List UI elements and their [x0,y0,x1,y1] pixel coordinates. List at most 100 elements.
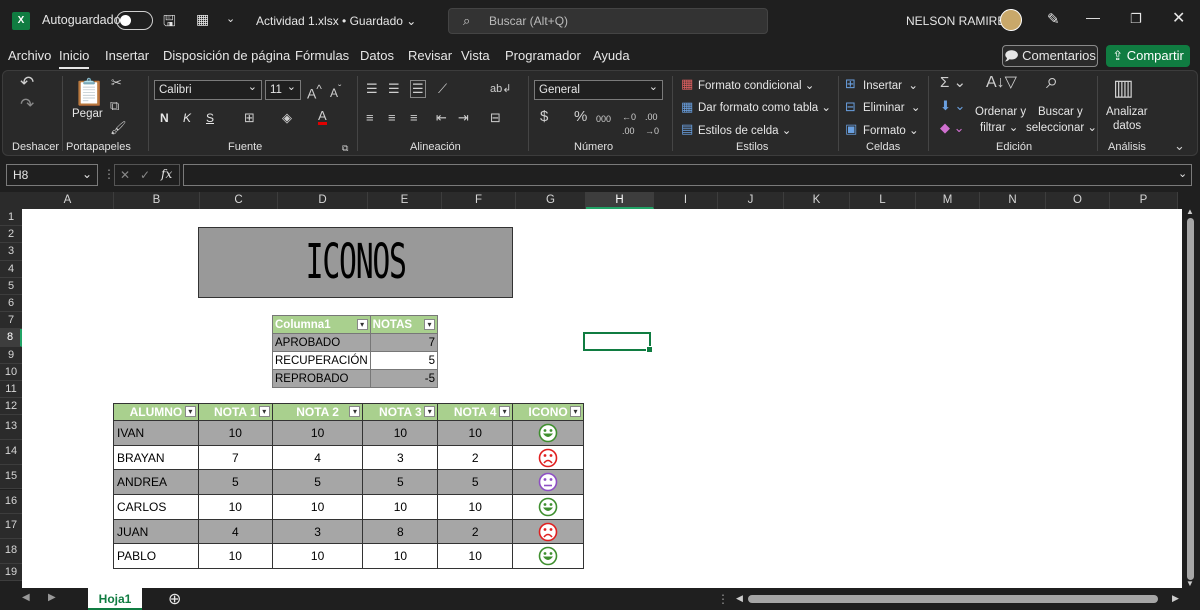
filter-dropdown-icon[interactable]: ▾ [424,319,435,330]
column-header-A[interactable]: A [22,192,114,209]
merge-center-icon[interactable]: ⊟ [490,111,501,125]
align-top-icon[interactable]: ☰ [366,82,378,96]
grade-cell[interactable]: 5 [197,469,273,496]
student-name[interactable]: BRAYAN [113,444,199,471]
bold-button[interactable]: N [160,111,169,125]
grade-cell[interactable]: 3 [362,444,439,471]
column-header-P[interactable]: P [1110,192,1178,209]
cell[interactable]: REPROBADO [272,369,371,388]
analyze-data-label-2[interactable]: datos [1113,120,1141,132]
row-header-15[interactable]: 15 [0,464,22,490]
cell[interactable]: APROBADO [272,333,371,352]
row-header-18[interactable]: 18 [0,538,22,564]
form-icon[interactable]: ▦ [196,11,209,28]
filter-dropdown-icon[interactable]: ▾ [184,406,196,417]
scroll-up-icon[interactable]: ▲ [1186,207,1194,216]
filter-dropdown-icon[interactable]: ▾ [424,406,436,417]
decrease-decimal-icon[interactable]: .00 →0 [645,110,659,138]
close-icon[interactable]: ✕ [1172,8,1185,28]
grade-cell[interactable]: 2 [437,444,514,471]
row-header-10[interactable]: 10 [0,363,22,381]
analyze-data-icon[interactable]: ▥ [1113,76,1134,100]
insert-cells-icon[interactable]: ⊞ [845,77,856,91]
format-cells-button[interactable]: Formato ⌄ [863,123,919,137]
font-name-select[interactable]: Calibri [154,78,262,100]
align-middle-icon[interactable]: ☰ [388,82,400,96]
grade-cell[interactable]: 10 [362,420,439,446]
conditional-format-button[interactable]: Formato condicional ⌄ [698,78,814,92]
grade-cell[interactable]: 10 [271,420,364,446]
cell-styles-button[interactable]: Estilos de celda ⌄ [698,123,791,137]
grade-cell[interactable]: 4 [197,518,273,545]
column-header[interactable]: NOTA 2 ▾ [271,403,364,421]
row-header-12[interactable]: 12 [0,398,22,416]
row-header-11[interactable]: 11 [0,381,22,399]
column-header-I[interactable]: I [654,192,718,209]
filter-dropdown-icon[interactable]: ▾ [570,406,581,417]
scroll-right-icon[interactable]: ▶ [1172,593,1179,604]
increase-decimal-icon[interactable]: ←0.00 [622,110,636,138]
filter-dropdown-icon[interactable]: ▾ [258,406,270,417]
fill-color-icon[interactable]: ◈ [282,111,292,125]
find-select-label-2[interactable]: seleccionar ⌄ [1026,120,1097,134]
scroll-left-icon[interactable]: ◀ [736,593,743,604]
row-header-8[interactable]: 8 [0,329,22,347]
borders-icon[interactable]: ⊞ [244,111,255,125]
orientation-icon[interactable]: ⟋ [438,82,447,96]
row-header-16[interactable]: 16 [0,489,22,515]
grade-cell[interactable]: 7 [197,444,273,471]
column-header[interactable]: ICONO ▾ [512,403,584,421]
prev-sheet-icon[interactable]: ◀ [22,592,30,603]
cancel-icon[interactable]: ✕ [120,168,130,182]
enter-icon[interactable]: ✓ [140,168,150,182]
grade-cell[interactable]: 4 [271,444,364,471]
decrease-font-icon[interactable]: Aˇ [330,83,341,100]
column-header-H[interactable]: H [586,192,654,209]
clear-icon[interactable]: ◆ ⌄ [940,121,965,135]
align-right-icon[interactable]: ≡ [410,111,418,125]
format-cells-icon[interactable]: ▣ [845,122,857,136]
active-cell-selection[interactable] [583,332,653,353]
menu-programador[interactable]: Programador [505,48,581,63]
icon-cell[interactable] [512,494,584,520]
delete-cells-button[interactable]: Eliminar ⌄ [863,100,921,114]
currency-icon[interactable]: $ [540,109,548,124]
underline-button[interactable]: S [206,111,214,125]
expand-formula-icon[interactable]: ⌄ [1178,167,1187,180]
font-size-select[interactable]: 11 [265,78,301,100]
cell[interactable]: 5 [369,351,439,370]
sheet-tab-hoja1[interactable]: Hoja1 [88,588,142,610]
icon-cell[interactable] [512,444,584,471]
undo-icon[interactable]: ↶ [20,74,34,91]
student-name[interactable]: CARLOS [113,494,199,520]
grade-cell[interactable]: 10 [197,543,273,570]
column-header[interactable]: Columna1 ▾ [272,315,371,334]
grade-cell[interactable]: 10 [362,543,439,570]
grade-cell[interactable]: 5 [437,469,514,496]
table-format-icon[interactable]: ▦ [681,100,693,114]
column-header-F[interactable]: F [442,192,516,209]
horizontal-scrollbar[interactable] [748,595,1158,603]
increase-indent-icon[interactable]: ⇥ [458,111,469,125]
file-title[interactable]: Actividad 1.xlsx • Guardado ⌄ [256,14,416,28]
table-format-button[interactable]: Dar formato como tabla ⌄ [698,100,831,114]
column-header-O[interactable]: O [1046,192,1110,209]
column-header[interactable]: ALUMNO ▾ [113,403,199,421]
row-header-6[interactable]: 6 [0,295,22,313]
filter-dropdown-icon[interactable]: ▾ [499,406,511,417]
icon-cell[interactable] [512,543,584,570]
row-header-4[interactable]: 4 [0,260,22,278]
copy-icon[interactable]: ⧉ [110,99,119,113]
analyze-data-label-1[interactable]: Analizar [1106,106,1148,118]
search-box[interactable]: ⌕ Buscar (Alt+Q) [448,8,768,34]
format-painter-icon[interactable]: 🖌 [110,121,127,135]
row-header-17[interactable]: 17 [0,514,22,539]
increase-font-icon[interactable]: A^ [307,83,322,101]
find-select-icon[interactable]: ⌕ [1046,70,1058,92]
column-header-C[interactable]: C [200,192,278,209]
grade-cell[interactable]: 10 [271,494,364,520]
redo-icon[interactable]: ↷ [20,96,34,113]
student-name[interactable]: JUAN [113,518,199,545]
paste-label[interactable]: Pegar [72,108,103,120]
column-header-D[interactable]: D [278,192,368,209]
